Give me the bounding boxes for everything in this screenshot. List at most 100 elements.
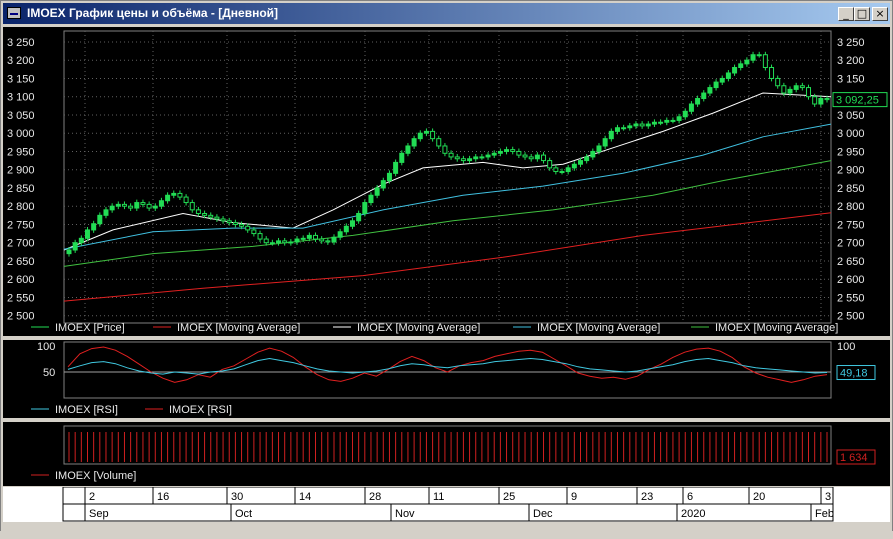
candle-body (368, 194, 374, 204)
rsi-legend-label: IMOEX [RSI] (55, 404, 118, 416)
price-label-right: 2 700 (837, 238, 865, 250)
app-icon[interactable] (7, 7, 21, 19)
chart-window: IMOEX График цены и объёма - [Дневной] _… (0, 0, 893, 539)
candle-body (510, 149, 516, 152)
candle-body (818, 98, 824, 105)
candle-body (467, 158, 473, 162)
candle-body (189, 202, 195, 211)
month-label: 2020 (681, 508, 705, 520)
date-tick-label: 3 (825, 491, 831, 503)
volume-last-label: 1 634 (840, 452, 868, 464)
price-label-left: 2 650 (7, 256, 35, 268)
candle-body (744, 59, 750, 65)
price-label-right: 3 250 (837, 37, 865, 49)
candle-body (183, 196, 189, 204)
candle-body (300, 237, 306, 240)
candle-body (781, 85, 787, 94)
price-label-right: 2 900 (837, 165, 865, 177)
price-chart[interactable]: 3 2503 2503 2003 2003 1503 1503 1003 100… (3, 27, 890, 336)
candle-body (732, 67, 738, 74)
candle-body (349, 220, 355, 227)
price-label-right: 3 000 (837, 128, 865, 140)
candle-body (522, 154, 528, 158)
candle-body (651, 121, 657, 125)
candle-body (762, 54, 768, 68)
candle-body (430, 130, 436, 140)
candle-body (103, 209, 109, 216)
volume-panel[interactable]: 1 634 IMOEX [Volume] (3, 422, 890, 486)
candle-body (121, 203, 127, 207)
month-label: Nov (395, 508, 415, 520)
rsi-panel[interactable]: 100 50 100 49,18 IMOEX [RSI] IMOEX [RSI] (3, 340, 890, 418)
price-label-right: 2 500 (837, 311, 865, 323)
candle-body (146, 203, 152, 209)
rsi-chart[interactable]: 100 50 100 49,18 IMOEX [RSI] IMOEX [RSI] (3, 340, 890, 418)
month-label: Dec (533, 508, 553, 520)
candle-body (602, 138, 608, 147)
price-label-right: 2 950 (837, 146, 865, 158)
candle-body (251, 229, 257, 235)
candle-body (497, 150, 503, 154)
date-tick-label: 25 (503, 491, 515, 503)
minimize-button[interactable]: _ (838, 7, 854, 21)
volume-chart[interactable]: 1 634 IMOEX [Volume] (3, 422, 890, 486)
legend-label: IMOEX [Moving Average] (357, 322, 480, 334)
rsi-bg (3, 340, 890, 418)
candle-body (232, 222, 238, 225)
candle-body (331, 236, 337, 243)
price-label-left: 2 800 (7, 201, 35, 213)
last-price-label: 3 092,25 (836, 95, 879, 107)
candle-body (423, 130, 429, 134)
candle-body (257, 233, 263, 240)
candle-body (393, 161, 399, 174)
candle-body (584, 156, 590, 162)
legend-label: IMOEX [Moving Average] (715, 322, 838, 334)
candle-body (177, 192, 183, 198)
candle-body (313, 234, 319, 240)
candle-body (362, 202, 368, 215)
candle-body (269, 242, 275, 245)
candle-body (288, 241, 294, 244)
rsi-last-label: 49,18 (840, 368, 868, 380)
candle-body (756, 54, 762, 57)
date-tick-label: 28 (369, 491, 381, 503)
maximize-button[interactable]: □ (854, 7, 870, 21)
month-label: Sep (89, 508, 109, 520)
candle-body (306, 234, 312, 239)
price-label-right: 2 600 (837, 274, 865, 286)
candle-body (91, 223, 97, 231)
candle-body (460, 158, 466, 162)
candle-body (621, 127, 627, 130)
candle-body (134, 202, 140, 209)
candle-body (682, 110, 688, 118)
legend-label: IMOEX [Price] (55, 322, 125, 334)
price-label-left: 2 850 (7, 183, 35, 195)
candle-body (688, 103, 694, 112)
price-label-right: 2 800 (837, 201, 865, 213)
month-label: Oct (235, 508, 252, 520)
price-bg (3, 27, 890, 336)
price-label-right: 3 200 (837, 55, 865, 67)
candle-body (220, 218, 226, 222)
candle-body (115, 203, 121, 207)
candle-body (806, 87, 812, 98)
candle-body (343, 225, 349, 233)
price-label-left: 3 200 (7, 55, 35, 67)
candle-body (725, 72, 731, 79)
candle-body (411, 138, 417, 147)
status-strip (0, 531, 893, 539)
candle-body (479, 156, 485, 159)
date-tick-label: 30 (231, 491, 243, 503)
date-tick-label: 9 (571, 491, 577, 503)
candle-body (664, 119, 670, 123)
candle-body (152, 205, 158, 209)
rsi-legend-label: IMOEX [RSI] (169, 404, 232, 416)
title-bar[interactable]: IMOEX График цены и объёма - [Дневной] _… (3, 3, 890, 24)
price-panel[interactable]: 3 2503 2503 2003 2003 1503 1503 1003 100… (3, 27, 890, 336)
rsi-label-100: 100 (37, 341, 55, 353)
candle-body (799, 85, 805, 89)
candle-body (276, 240, 282, 244)
close-button[interactable]: × (872, 7, 888, 21)
candle-body (386, 172, 392, 182)
candle-body (608, 130, 614, 140)
